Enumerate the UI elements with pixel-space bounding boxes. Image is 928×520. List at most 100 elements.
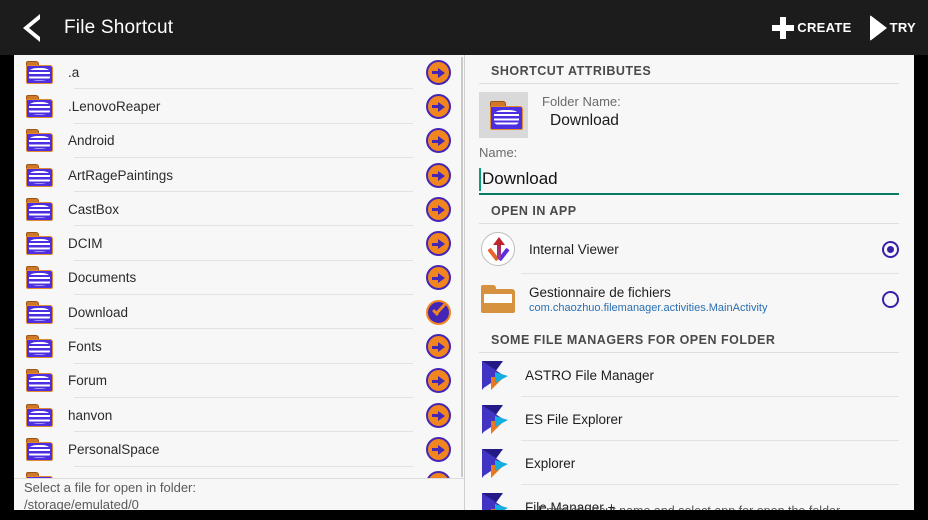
open-folder-arrow-icon[interactable] (426, 162, 451, 188)
chevron-left-icon (22, 13, 40, 42)
file-managers-heading: SOME FILE MANAGERS FOR OPEN FOLDER (491, 333, 776, 347)
app-radio-button[interactable] (882, 290, 899, 308)
file-manager-title: Explorer (525, 455, 576, 471)
file-manager-title: ASTRO File Manager (525, 367, 655, 383)
file-manager-item[interactable]: Explorer (465, 441, 913, 485)
folder-icon (26, 266, 54, 290)
page-title: File Shortcut (64, 16, 174, 38)
file-list-scrollbar[interactable] (461, 57, 463, 477)
file-name: Fonts (68, 339, 102, 355)
folder-thumbnail (479, 92, 528, 138)
shortcut-hint: Enter shortcut name and select app for o… (465, 504, 913, 510)
file-list-item[interactable]: ArtRagePaintings (14, 158, 464, 193)
folder-icon (26, 300, 54, 324)
open-folder-arrow-icon[interactable] (426, 196, 451, 222)
internal-viewer-icon (481, 232, 515, 266)
file-name: ArtRagePaintings (68, 167, 174, 183)
plus-icon (772, 16, 795, 39)
app-window: File Shortcut CREATE TRY .a .LenovoReaper… (0, 0, 928, 520)
folder-icon (26, 197, 54, 221)
folder-icon (26, 437, 54, 461)
open-folder-arrow-icon[interactable] (426, 334, 451, 360)
folder-name-value: Download (550, 112, 619, 129)
file-name: CastBox (68, 201, 120, 217)
file-browser-pane: .a .LenovoReaper Android ArtRagePaintings Ca… (14, 55, 465, 510)
folder-icon (26, 163, 54, 187)
back-button[interactable] (0, 0, 62, 55)
file-list[interactable]: .a .LenovoReaper Android ArtRagePaintings Ca… (14, 55, 464, 480)
content-area: .a .LenovoReaper Android ArtRagePaintings Ca… (14, 55, 914, 510)
open-folder-arrow-icon[interactable] (426, 128, 451, 154)
file-manager-item[interactable]: ES File Explorer (465, 397, 913, 441)
app-component-name: com.chaozhuo.filemanager.activities.Main… (529, 301, 768, 314)
folder-icon (26, 60, 54, 84)
file-name: .a (68, 64, 80, 80)
folder-icon (26, 232, 54, 256)
play-store-icon (481, 404, 509, 434)
open-folder-arrow-icon[interactable] (426, 265, 451, 291)
folder-icon (26, 94, 54, 118)
status-line-2: /storage/emulated/0 (24, 497, 139, 510)
file-list-item[interactable]: .a (14, 55, 464, 90)
app-title: Gestionnaire de fichiers (529, 284, 671, 300)
file-manager-item[interactable]: ASTRO File Manager (465, 353, 913, 397)
play-store-icon (481, 448, 509, 478)
open-in-app-heading: OPEN IN APP (491, 204, 577, 218)
file-manager-title: ES File Explorer (525, 411, 623, 427)
file-browser-status: Select a file for open in folder: /stora… (14, 478, 464, 510)
text-cursor (479, 168, 481, 191)
file-name: Forum (68, 373, 108, 389)
folder-icon (26, 369, 54, 393)
file-name: Download (68, 304, 129, 320)
try-button-label: TRY (889, 20, 916, 35)
name-input[interactable]: Download (479, 166, 899, 195)
tan-folder-icon (481, 285, 515, 313)
status-line-1: Select a file for open in folder: (24, 480, 196, 495)
name-field-label: Name: (479, 145, 518, 160)
file-name: hanvon (68, 407, 113, 423)
shortcut-attributes-pane: SHORTCUT ATTRIBUTES Folder Name: Downloa… (465, 55, 913, 510)
file-list-item[interactable]: DCIM (14, 226, 464, 261)
create-button-label: CREATE (797, 20, 852, 35)
file-list-item[interactable]: CastBox (14, 192, 464, 227)
file-list-item[interactable]: hanvon (14, 398, 464, 433)
folder-icon (489, 100, 523, 130)
open-folder-arrow-icon[interactable] (426, 231, 451, 257)
file-list-item[interactable]: .LenovoReaper (14, 89, 464, 124)
open-folder-arrow-icon[interactable] (426, 59, 451, 85)
app-title: Internal Viewer (529, 241, 619, 257)
folder-name-row: Folder Name: Download (465, 84, 913, 138)
shortcut-attributes-heading: SHORTCUT ATTRIBUTES (491, 64, 652, 78)
app-radio-button[interactable] (882, 240, 899, 258)
create-button[interactable]: CREATE (772, 16, 852, 39)
file-list-item[interactable]: Documents (14, 261, 464, 296)
selected-check-icon[interactable] (426, 299, 451, 325)
try-button[interactable]: TRY (869, 14, 916, 41)
file-list-item[interactable]: Android (14, 124, 464, 158)
folder-icon (26, 335, 54, 359)
open-in-app-item[interactable]: Internal Viewer (465, 224, 913, 274)
file-name: DCIM (68, 236, 103, 252)
open-in-app-list: Internal Viewer Gestionnaire de fichiers c… (465, 224, 913, 324)
file-name: PersonalSpace (68, 441, 160, 457)
file-list-item[interactable]: Download (14, 295, 464, 330)
file-list-item[interactable]: Fonts (14, 329, 464, 364)
folder-icon (26, 129, 54, 153)
name-input-value: Download (482, 169, 558, 188)
open-folder-arrow-icon[interactable] (426, 93, 451, 119)
file-list-item[interactable]: Forum (14, 364, 464, 398)
action-bar-buttons: CREATE TRY (754, 14, 928, 41)
file-managers-list: ASTRO File Manager ES File Explorer Explor… (465, 353, 913, 510)
open-folder-arrow-icon[interactable] (426, 402, 451, 428)
file-list-item[interactable]: PersonalSpace (14, 432, 464, 467)
folder-icon (26, 403, 54, 427)
file-name: .LenovoReaper (68, 98, 161, 114)
folder-name-label: Folder Name: (542, 94, 621, 109)
open-folder-arrow-icon[interactable] (426, 368, 451, 394)
play-icon (869, 14, 887, 41)
open-in-app-item[interactable]: Gestionnaire de fichiers com.chaozhuo.fil… (465, 274, 913, 324)
open-folder-arrow-icon[interactable] (426, 436, 451, 462)
action-bar: File Shortcut CREATE TRY (0, 0, 928, 55)
play-store-icon (481, 360, 509, 390)
file-name: Documents (68, 270, 137, 286)
